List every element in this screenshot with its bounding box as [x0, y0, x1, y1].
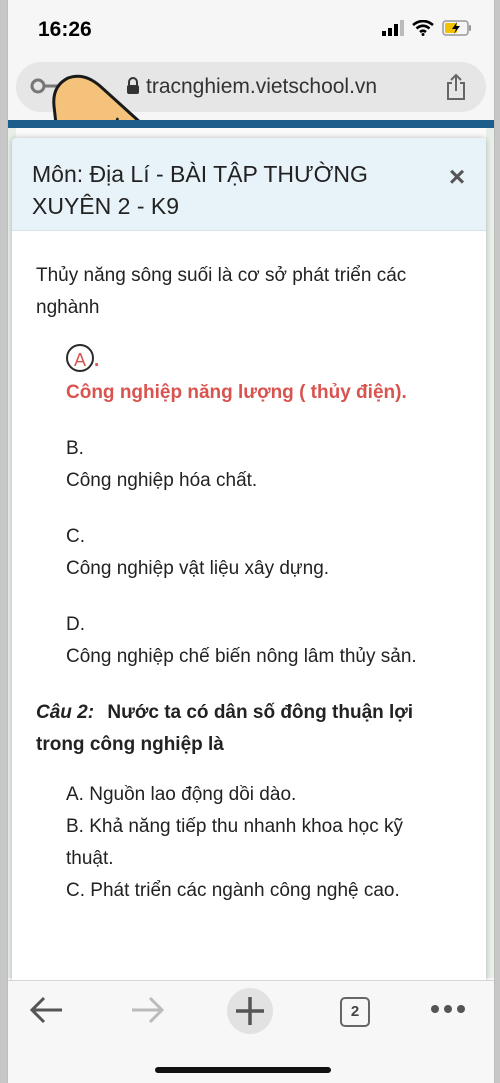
- question-2-options: A. Nguồn lao động dồi dào. B. Khả năng t…: [66, 779, 436, 907]
- battery-icon: [442, 20, 471, 36]
- option-a[interactable]: A. Công nghiệp năng lượng ( thủy điện).: [66, 344, 436, 409]
- option-b-letter: B.: [66, 438, 84, 459]
- share-icon[interactable]: [444, 73, 468, 101]
- modal-header: Môn: Địa Lí - BÀI TẬP THƯỜNG XUYÊN 2 - K…: [12, 138, 486, 231]
- wifi-icon: [412, 20, 434, 36]
- phone-screen: 16:26 tracnghiem.vietschool.vn Môn: Địa …: [7, 0, 495, 1083]
- url-text[interactable]: tracnghiem.vietschool.vn: [146, 75, 377, 99]
- option-b-text: Công nghiệp hóa chất.: [66, 470, 258, 491]
- question-2: Câu 2: Nước ta có dân số đông thuận lợi …: [36, 697, 436, 761]
- question-2-option-a[interactable]: A. Nguồn lao động dồi dào.: [66, 779, 436, 811]
- tab-switcher-button[interactable]: 2: [340, 997, 370, 1027]
- option-c-letter: C.: [66, 526, 85, 547]
- signal-icon: [382, 20, 404, 36]
- option-b[interactable]: B. Công nghiệp hóa chất.: [66, 433, 436, 497]
- option-d[interactable]: D. Công nghiệp chế biến nông lâm thủy sả…: [66, 609, 436, 673]
- page-header-stripe: [8, 120, 494, 128]
- status-bar: 16:26: [8, 0, 494, 60]
- new-tab-plus-icon[interactable]: [226, 987, 274, 1035]
- page-right-edge: [486, 128, 494, 978]
- option-c-text: Công nghiệp vật liệu xây dựng.: [66, 558, 330, 579]
- option-c[interactable]: C. Công nghiệp vật liệu xây dựng.: [66, 521, 436, 585]
- modal-title: Môn: Địa Lí - BÀI TẬP THƯỜNG XUYÊN 2 - K…: [32, 161, 368, 219]
- question-2-option-b[interactable]: B. Khả năng tiếp thu nhanh khoa học kỹ t…: [66, 811, 436, 875]
- close-button[interactable]: ×: [440, 160, 474, 194]
- back-arrow-icon[interactable]: [28, 995, 64, 1025]
- option-d-text: Công nghiệp chế biến nông lâm thủy sản.: [66, 646, 417, 667]
- question-2-option-c[interactable]: C. Phát triển các ngành công nghệ cao.: [66, 875, 436, 907]
- option-a-letter: A.: [66, 344, 436, 377]
- option-a-text: Công nghiệp năng lượng ( thủy điện).: [66, 382, 407, 403]
- option-a-circle: A: [66, 344, 94, 372]
- question-2-label: Câu 2:: [36, 702, 95, 723]
- forward-arrow-icon[interactable]: [130, 995, 166, 1025]
- more-options-icon[interactable]: [430, 1003, 466, 1015]
- status-icons: [382, 20, 472, 36]
- question-modal: Môn: Địa Lí - BÀI TẬP THƯỜNG XUYÊN 2 - K…: [12, 138, 486, 983]
- status-time: 16:26: [38, 18, 92, 41]
- option-d-letter: D.: [66, 614, 85, 635]
- question-text: Thủy năng sông suối là cơ sở phát triển …: [36, 265, 407, 318]
- modal-body: Thủy năng sông suối là cơ sở phát triển …: [36, 260, 436, 907]
- home-indicator: [155, 1067, 331, 1073]
